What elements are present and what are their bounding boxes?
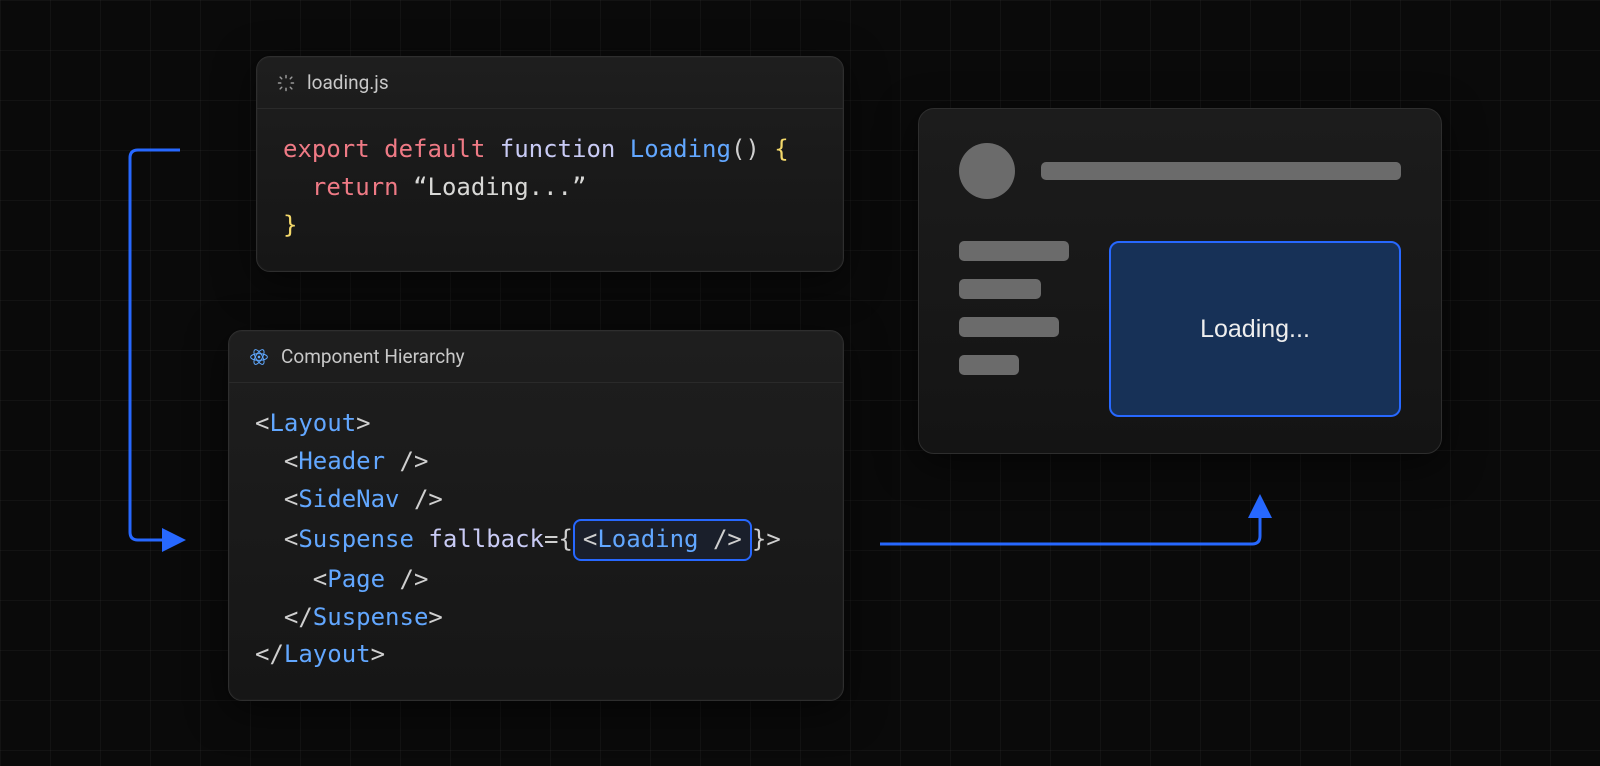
self-close: /> [699,525,742,553]
tag-sidenav: SideNav [298,485,399,513]
code-panel-hierarchy: Component Hierarchy <Layout> <Header /> … [228,330,844,701]
sidenav-item [959,355,1019,375]
brace-close-gt: }> [752,525,781,553]
tag-layout: Layout [284,640,371,668]
browser-header [959,143,1401,199]
tag-suspense: Suspense [313,603,429,631]
self-close: /> [400,485,443,513]
tag-page: Page [327,565,385,593]
sidenav-item [959,279,1041,299]
kw-default: default [384,135,500,163]
browser-main: Loading... [959,241,1401,417]
loading-content-box: Loading... [1109,241,1401,417]
sidenav-item [959,241,1069,261]
lt: < [255,447,298,475]
sidenav-placeholder [959,241,1069,417]
code-panel-loading: loading.js export default function Loadi… [256,56,844,272]
browser-mock: Loading... [918,108,1442,454]
gt: > [428,603,442,631]
lt-close: </ [255,603,313,631]
lt: < [255,525,298,553]
brace-open: { [760,135,789,163]
attr-fallback: fallback [414,525,544,553]
tag-layout: Layout [269,409,356,437]
lt-close: </ [255,640,284,668]
kw-function: function [500,135,630,163]
gt: > [371,640,385,668]
tag-suspense: Suspense [298,525,414,553]
lt: < [255,409,269,437]
self-close: /> [385,565,428,593]
lt: < [255,485,298,513]
code-block: export default function Loading() { retu… [257,109,843,271]
panel-header: loading.js [257,57,843,109]
panel-header: Component Hierarchy [229,331,843,383]
spinner-icon [277,74,295,92]
self-close: /> [385,447,428,475]
parens: () [731,135,760,163]
sidenav-item [959,317,1059,337]
lt: < [255,565,327,593]
panel-title: loading.js [307,71,389,94]
panel-title: Component Hierarchy [281,345,465,368]
loading-pill: <Loading /> [573,519,752,561]
title-placeholder [1041,162,1401,180]
avatar-placeholder [959,143,1015,199]
indent [283,173,312,201]
code-block: <Layout> <Header /> <SideNav /> <Suspens… [229,383,843,700]
gt: > [356,409,370,437]
kw-return: return [312,173,413,201]
brace-close: } [283,211,297,239]
lt: < [583,525,597,553]
loading-text: Loading... [1200,315,1310,344]
tag-header: Header [298,447,385,475]
react-icon [249,347,269,367]
tag-loading: Loading [597,525,698,553]
fn-name: Loading [630,135,731,163]
kw-export: export [283,135,384,163]
eq-brace: ={ [544,525,573,553]
string-literal: “Loading...” [413,173,586,201]
